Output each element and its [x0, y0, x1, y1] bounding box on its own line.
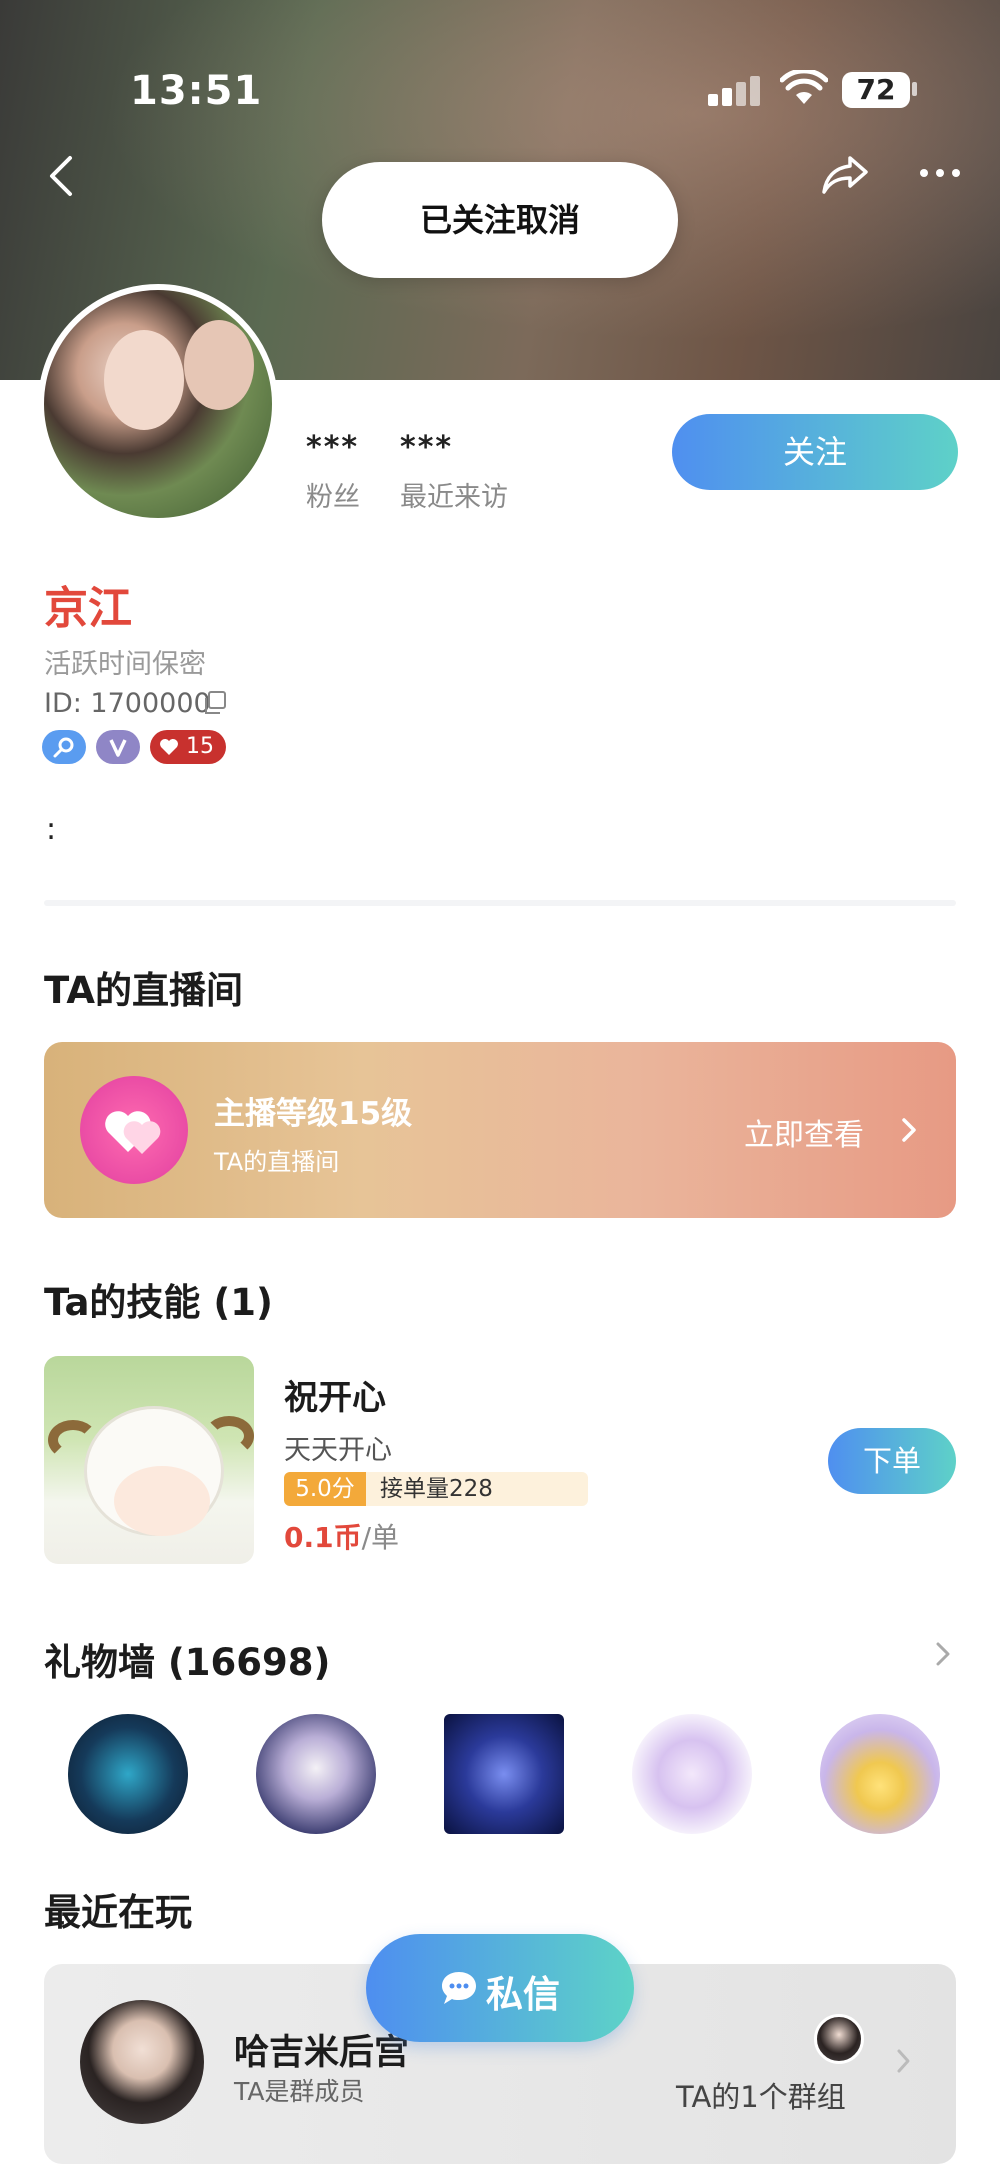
chevron-right-icon[interactable]	[934, 1640, 952, 1668]
skill-name: 祝开心	[284, 1378, 386, 1418]
chat-bubble-icon	[442, 1972, 476, 2004]
stat-fans-label: 粉丝	[306, 482, 360, 513]
gift-icon[interactable]	[256, 1714, 376, 1834]
section-divider	[44, 900, 956, 906]
group-mini-avatar	[814, 2014, 864, 2064]
sheep-face	[114, 1466, 210, 1536]
status-bar: 13:51 72	[0, 60, 1000, 120]
status-time: 13:51	[130, 68, 263, 114]
group-count: TA的1个群组	[676, 2080, 846, 2114]
group-role: TA是群成员	[234, 2077, 365, 2106]
view-now-link[interactable]: 立即查看	[744, 1110, 864, 1154]
wifi-icon	[780, 70, 828, 104]
stat-fans[interactable]: *** 粉丝	[306, 430, 360, 514]
live-room-card[interactable]: 主播等级15级 TA的直播间 立即查看	[44, 1042, 956, 1218]
chevron-right-icon	[897, 2049, 910, 2073]
skill-image[interactable]	[44, 1356, 254, 1564]
live-level-title: 主播等级15级	[214, 1096, 413, 1132]
live-subtitle: TA的直播间	[214, 1148, 340, 1176]
chevron-right-icon	[902, 1118, 916, 1142]
heart-level-badge-icon	[160, 739, 178, 755]
signature-text: :	[46, 812, 57, 847]
toast-message: 已关注取消	[322, 162, 678, 278]
skill-order-count: 接单量228	[366, 1472, 588, 1506]
order-button[interactable]: 下单	[828, 1428, 956, 1494]
sheep-horn-left	[48, 1420, 98, 1460]
gift-icon[interactable]	[820, 1714, 940, 1834]
search-badge-icon[interactable]	[42, 730, 86, 764]
share-icon[interactable]	[818, 152, 872, 198]
gift-icon[interactable]	[444, 1714, 564, 1834]
live-heart-icon	[80, 1076, 188, 1184]
back-icon[interactable]	[42, 152, 82, 200]
profile-name: 京江	[44, 583, 132, 634]
stat-visitors-label: 最近来访	[400, 482, 508, 513]
recent-section-title: 最近在玩	[44, 1891, 192, 1934]
user-id: ID: 1700000	[44, 688, 211, 719]
copy-icon[interactable]	[202, 690, 228, 716]
profile-avatar[interactable]	[38, 284, 278, 524]
direct-message-button[interactable]: 私信	[366, 1934, 634, 2042]
more-icon[interactable]	[918, 166, 962, 180]
heart-level-badge[interactable]: 15	[150, 730, 226, 764]
stat-visitors-value: ***	[400, 430, 454, 465]
gift-wall-title[interactable]: 礼物墙 (16698)	[44, 1632, 330, 1686]
skill-description: 天天开心	[284, 1435, 392, 1466]
group-avatar	[80, 2000, 204, 2124]
gift-icon[interactable]	[68, 1714, 188, 1834]
skills-section-title: Ta的技能 (1)	[44, 1281, 273, 1324]
direct-message-label: 私信	[486, 1973, 560, 2016]
signal-icon	[708, 74, 764, 106]
skill-score: 5.0分	[284, 1472, 366, 1506]
battery-tip	[912, 82, 917, 96]
group-name: 哈吉米后宫	[234, 2033, 410, 2073]
live-section-title: TA的直播间	[44, 969, 244, 1012]
follow-button[interactable]: 关注	[672, 414, 958, 490]
heart-level-value: 15	[186, 734, 214, 759]
skill-price-value: 0.1币	[284, 1521, 362, 1554]
gift-icon[interactable]	[632, 1714, 752, 1834]
stat-fans-value: ***	[306, 430, 360, 465]
sheep-horn-right	[204, 1416, 254, 1456]
active-status: 活跃时间保密	[44, 649, 206, 680]
skill-price: 0.1币/单	[284, 1516, 399, 1556]
skill-price-unit: /单	[361, 1521, 400, 1554]
v-badge-icon[interactable]	[96, 730, 140, 764]
battery-indicator: 72	[842, 72, 910, 108]
stat-visitors[interactable]: *** 最近来访	[400, 430, 508, 514]
